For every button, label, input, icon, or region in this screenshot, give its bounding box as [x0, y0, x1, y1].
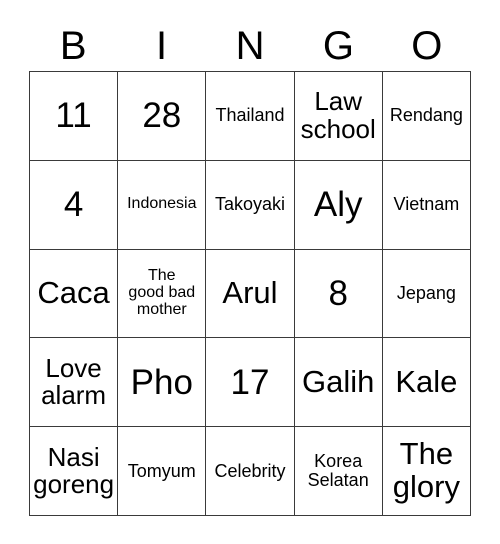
bingo-cell[interactable]: Nasi goreng — [30, 427, 119, 516]
bingo-cell-label: Celebrity — [214, 460, 286, 481]
bingo-cell[interactable]: Rendang — [382, 72, 471, 161]
bingo-cell-label: Rendang — [389, 105, 463, 126]
bingo-cell[interactable]: Aly — [294, 160, 383, 250]
bingo-cell-label: Galih — [302, 363, 375, 399]
bingo-cell[interactable]: Vietnam — [382, 160, 471, 250]
bingo-grid: 11 28 Thailand Law school Rendang 4 Indo… — [29, 71, 471, 516]
bingo-cell[interactable]: Love alarm — [30, 338, 119, 428]
bingo-cell[interactable]: Korea Selatan — [294, 427, 383, 516]
bingo-cell[interactable]: 4 — [30, 160, 119, 250]
bingo-cell-label: The good bad mother — [128, 267, 196, 318]
bingo-cell[interactable]: Thailand — [206, 72, 295, 161]
bingo-cell[interactable]: 17 — [206, 338, 295, 428]
bingo-cell[interactable]: Jepang — [382, 249, 471, 339]
bingo-cell[interactable]: Tomyum — [118, 427, 207, 516]
bingo-cell-label: Vietnam — [393, 194, 460, 215]
bingo-cell[interactable]: Indonesia — [118, 160, 207, 250]
bingo-header-letter-g: G — [322, 24, 354, 68]
bingo-cell-label: 4 — [63, 185, 84, 225]
bingo-cell-label: 28 — [142, 96, 182, 136]
bingo-cell-label: Caca — [37, 275, 110, 311]
bingo-cell-label: 11 — [55, 96, 92, 136]
bingo-cell[interactable]: Galih — [294, 338, 383, 428]
bingo-cell-label: Indonesia — [127, 195, 197, 213]
bingo-cell-label: Tomyum — [127, 460, 196, 481]
bingo-cell[interactable]: Pho — [118, 338, 207, 428]
bingo-cell[interactable]: Caca — [30, 249, 119, 339]
bingo-header-letter-b: B — [59, 24, 87, 68]
bingo-card: B I N G O 11 28 Thailand Law school Rend… — [0, 0, 500, 544]
bingo-cell-label: Takoyaki — [214, 194, 285, 215]
bingo-cell-label: Pho — [130, 362, 193, 402]
bingo-cell[interactable]: Takoyaki — [206, 160, 295, 250]
bingo-cell[interactable]: The glory — [382, 427, 471, 516]
bingo-cell[interactable]: 11 — [30, 72, 119, 161]
bingo-cell[interactable]: Celebrity — [206, 427, 295, 516]
bingo-header-letter-n: N — [235, 24, 265, 68]
bingo-header: B I N G O — [29, 22, 471, 70]
bingo-cell[interactable]: 8 — [294, 249, 383, 339]
bingo-cell-label: The glory — [392, 436, 460, 505]
bingo-cell-label: Aly — [313, 185, 363, 225]
bingo-cell-label: Love alarm — [41, 352, 107, 411]
bingo-cell-label: Nasi goreng — [33, 441, 115, 500]
bingo-cell-label: Arul — [222, 275, 278, 311]
bingo-cell[interactable]: Law school — [294, 72, 383, 161]
bingo-cell-label: Law school — [300, 86, 376, 144]
bingo-cell-label: Kale — [395, 363, 458, 399]
bingo-cell-label: 17 — [230, 362, 270, 402]
bingo-cell[interactable]: Arul — [206, 249, 295, 339]
bingo-cell-label: Jepang — [396, 282, 456, 303]
bingo-header-letter-o: O — [411, 24, 443, 68]
bingo-cell-label: 8 — [328, 273, 348, 313]
bingo-cell-label: Korea Selatan — [307, 451, 369, 491]
bingo-header-letter-i: I — [156, 24, 168, 68]
bingo-cell[interactable]: Kale — [382, 338, 471, 428]
bingo-cell[interactable]: The good bad mother — [118, 249, 207, 339]
bingo-cell-label: Thailand — [215, 105, 285, 126]
bingo-cell[interactable]: 28 — [118, 72, 207, 161]
